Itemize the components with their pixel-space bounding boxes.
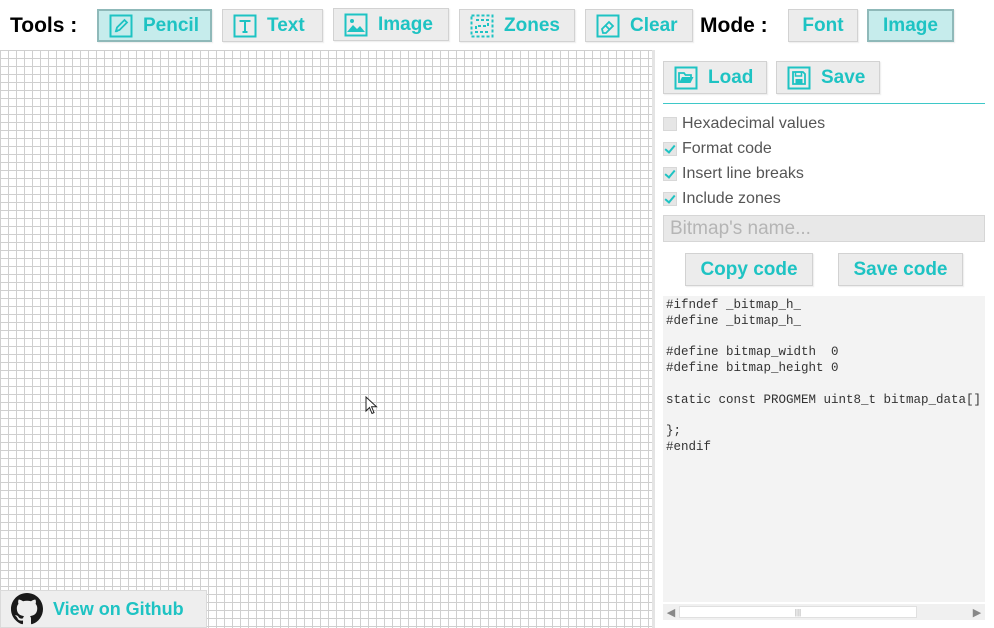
text-tool-button[interactable]: Text: [222, 9, 323, 42]
panel-separator: [663, 103, 985, 104]
generated-code-textarea[interactable]: #ifndef _bitmap_h_ #define _bitmap_h_ #d…: [663, 296, 985, 602]
format-code-checkbox[interactable]: [663, 142, 677, 156]
format-code-option[interactable]: Format code: [663, 139, 772, 159]
hexadecimal-label: Hexadecimal values: [682, 115, 826, 132]
scroll-left-arrow-icon[interactable]: ◀: [663, 604, 679, 620]
insert-line-breaks-label: Insert line breaks: [682, 165, 804, 182]
zones-tool-button[interactable]: Zones: [459, 9, 575, 42]
font-mode-label: Font: [802, 14, 844, 36]
folder-open-icon: [674, 66, 698, 90]
zones-tool-label: Zones: [504, 14, 560, 36]
pencil-tool-label: Pencil: [143, 14, 199, 36]
code-horizontal-scrollbar[interactable]: ◀ ||| ▶: [663, 604, 985, 620]
font-mode-button[interactable]: Font: [788, 9, 858, 42]
text-icon: [233, 14, 257, 38]
bitmap-name-input[interactable]: [663, 215, 985, 242]
save-button[interactable]: Save: [776, 61, 880, 94]
save-code-label: Save code: [853, 258, 948, 280]
load-button[interactable]: Load: [663, 61, 767, 94]
hexadecimal-checkbox[interactable]: [663, 117, 677, 131]
image-icon: [344, 13, 368, 37]
copy-code-label: Copy code: [700, 258, 798, 280]
pencil-icon: [109, 14, 133, 38]
clear-tool-label: Clear: [630, 14, 678, 36]
floppy-disk-icon: [787, 66, 811, 90]
format-code-label: Format code: [682, 140, 772, 157]
save-code-button[interactable]: Save code: [838, 253, 963, 286]
pencil-tool-button[interactable]: Pencil: [97, 9, 212, 42]
eraser-icon: [596, 14, 620, 38]
load-label: Load: [708, 66, 754, 88]
github-link[interactable]: View on Github: [0, 590, 207, 628]
text-tool-label: Text: [267, 14, 305, 36]
scrollbar-thumb[interactable]: |||: [679, 606, 917, 618]
include-zones-option[interactable]: Include zones: [663, 189, 781, 209]
zones-icon: [470, 14, 494, 38]
mouse-cursor-icon: [365, 396, 378, 415]
image-mode-button[interactable]: Image: [867, 9, 954, 42]
save-label: Save: [821, 66, 866, 88]
include-zones-checkbox[interactable]: [663, 192, 677, 206]
toolbar: Tools : Pencil Text Image Zones Clear Mo…: [0, 0, 994, 50]
image-mode-label: Image: [883, 14, 938, 36]
drawing-grid-canvas[interactable]: [0, 50, 652, 628]
insert-line-breaks-checkbox[interactable]: [663, 167, 677, 181]
github-icon: [11, 593, 43, 625]
include-zones-label: Include zones: [682, 190, 781, 207]
scroll-right-arrow-icon[interactable]: ▶: [969, 604, 985, 620]
insert-line-breaks-option[interactable]: Insert line breaks: [663, 164, 804, 184]
image-tool-button[interactable]: Image: [333, 8, 449, 41]
copy-code-button[interactable]: Copy code: [685, 253, 813, 286]
github-label: View on Github: [53, 598, 184, 619]
tools-label: Tools :: [10, 14, 78, 37]
clear-tool-button[interactable]: Clear: [585, 9, 693, 42]
hexadecimal-option[interactable]: Hexadecimal values: [663, 114, 825, 134]
image-tool-label: Image: [378, 13, 433, 35]
mode-label: Mode :: [700, 14, 768, 37]
